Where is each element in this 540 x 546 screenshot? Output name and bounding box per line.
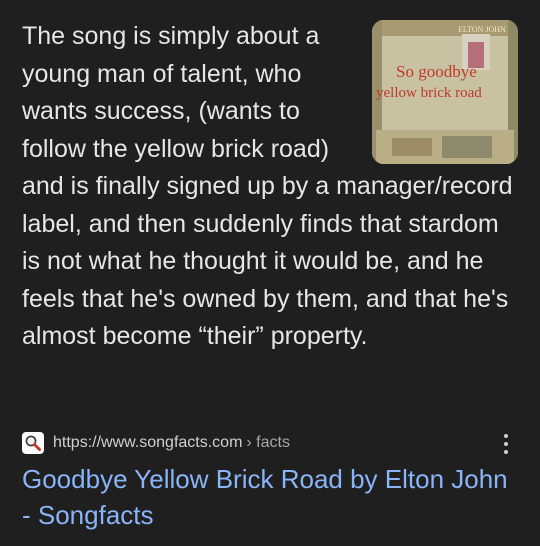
more-options-icon[interactable] [496, 431, 516, 457]
album-thumbnail[interactable]: ELTON JOHN So goodbye yellow brick road [372, 20, 518, 164]
result-title-link[interactable]: Goodbye Yellow Brick Road by Elton John … [22, 461, 512, 533]
source-url[interactable]: https://www.songfacts.com [53, 434, 242, 452]
source-row[interactable]: https://www.songfacts.com › facts [22, 429, 522, 457]
album-art-image: ELTON JOHN So goodbye yellow brick road [372, 20, 518, 164]
thumbnail-line2: yellow brick road [376, 85, 482, 101]
thumbnail-top-text: ELTON JOHN [458, 25, 506, 34]
source-path: › facts [246, 434, 290, 451]
magnifier-icon [22, 432, 44, 454]
thumbnail-line1: So goodbye [396, 62, 477, 81]
